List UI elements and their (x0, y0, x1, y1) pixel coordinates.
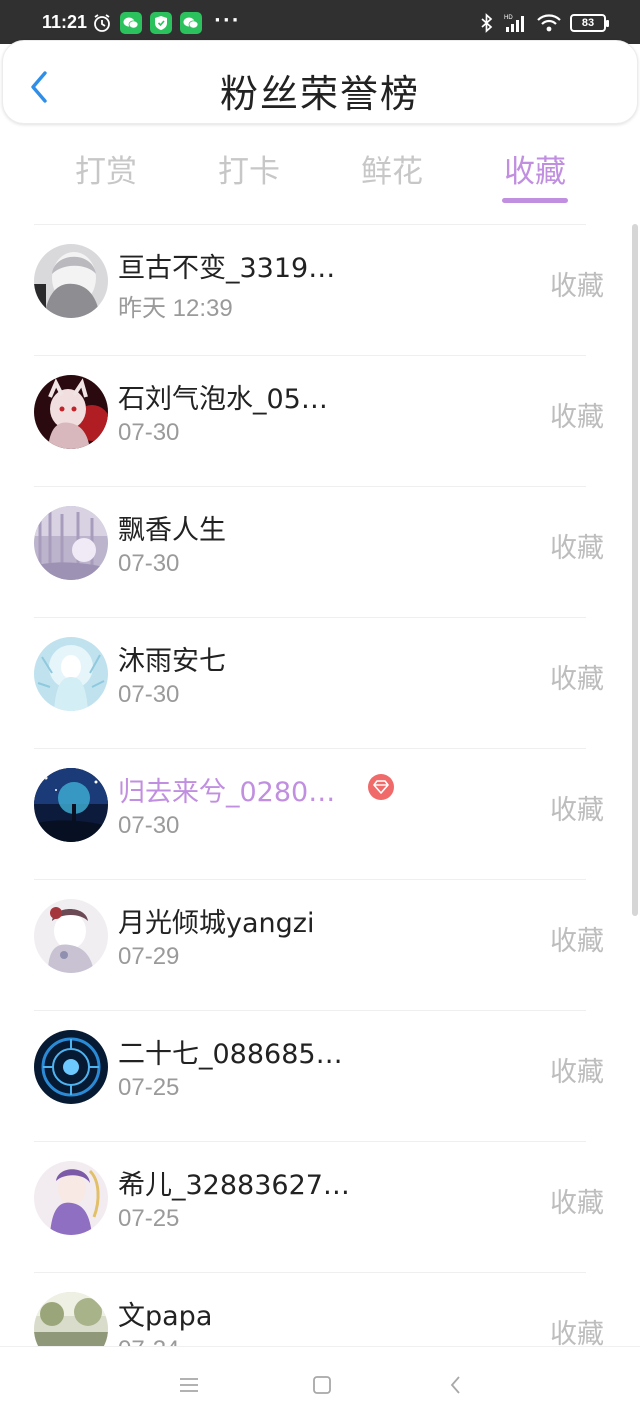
action-label: 收藏 (550, 795, 604, 826)
battery-icon: 83 (570, 14, 609, 32)
action-label: 收藏 (550, 926, 604, 957)
home-square-icon (313, 1376, 331, 1394)
fan-name: 归去来兮_0280… (118, 777, 336, 808)
divider (34, 1272, 586, 1273)
alarm-icon (94, 14, 110, 32)
list-item[interactable]: 文papa 07-24 收藏 (0, 1272, 640, 1346)
avatar[interactable] (34, 637, 108, 711)
security-shield-icon (150, 12, 172, 34)
divider (34, 879, 586, 880)
fan-name: 希儿_32883627… (118, 1170, 350, 1201)
fan-time: 07-30 (118, 681, 180, 708)
menu-button[interactable] (177, 1373, 201, 1397)
vip-diamond-badge (368, 774, 394, 800)
tab-checkin[interactable]: 打卡 (199, 146, 299, 191)
action-label: 收藏 (550, 402, 604, 433)
divider (34, 748, 586, 749)
fan-name: 沐雨安七 (118, 646, 226, 677)
action-label: 收藏 (550, 1319, 604, 1346)
action-label: 收藏 (550, 271, 604, 302)
list-item[interactable]: 二十七_088685… 07-25 收藏 (0, 1010, 640, 1141)
bluetooth-icon (481, 13, 493, 33)
fan-time: 07-24 (118, 1336, 179, 1346)
back-arrow-icon (450, 1376, 460, 1394)
fan-name: 月光倾城yangzi (118, 908, 315, 939)
signal-icon: HD (504, 15, 524, 32)
status-bar: 11:21 ··· HD 83 (0, 0, 640, 44)
fan-time: 07-25 (118, 1074, 180, 1101)
action-label: 收藏 (550, 1188, 604, 1219)
list-item[interactable]: 石刘气泡水_05… 07-30 收藏 (0, 355, 640, 486)
divider (34, 1141, 586, 1142)
system-icons: HD 83 (480, 12, 609, 34)
fan-time: 07-30 (118, 812, 180, 839)
divider (34, 1010, 586, 1011)
tab-collect[interactable]: 收藏 (485, 146, 585, 191)
system-back-button[interactable] (444, 1373, 468, 1397)
page-title: 粉丝荣誉榜 (219, 72, 420, 116)
wechat-icon (120, 12, 142, 34)
fan-time: 07-29 (118, 943, 180, 970)
fan-name: 亘古不变_3319… (118, 253, 336, 284)
menu-icon (180, 1378, 198, 1392)
action-label: 收藏 (550, 664, 604, 695)
action-label: 收藏 (550, 533, 604, 564)
list-item[interactable]: 飘香人生 07-30 收藏 (0, 486, 640, 617)
avatar[interactable] (34, 1161, 108, 1235)
wifi-icon (537, 14, 561, 32)
notification-icons: ··· (92, 9, 241, 34)
fan-name: 文papa (118, 1301, 213, 1332)
wechat-icon (180, 12, 202, 34)
list-item[interactable]: 归去来兮_0280… 07-30 收藏 (0, 748, 640, 879)
action-label: 收藏 (550, 1057, 604, 1088)
fan-time: 07-30 (118, 550, 180, 577)
avatar[interactable] (34, 375, 108, 449)
active-tab-indicator (502, 198, 568, 203)
status-time: 11:21 (42, 12, 88, 32)
scrollbar[interactable] (632, 224, 638, 916)
fan-time: 07-30 (118, 419, 180, 446)
tab-flowers[interactable]: 鲜花 (342, 146, 442, 191)
avatar[interactable] (34, 899, 108, 973)
divider (34, 486, 586, 487)
list-item[interactable]: 希儿_32883627… 07-25 收藏 (0, 1141, 640, 1272)
divider (34, 224, 586, 225)
avatar[interactable] (34, 1292, 108, 1346)
list-item[interactable]: 月光倾城yangzi 07-29 收藏 (0, 879, 640, 1010)
page-header: 粉丝荣誉榜 (2, 40, 638, 124)
avatar[interactable] (34, 506, 108, 580)
divider (34, 617, 586, 618)
fan-list: 亘古不变_3319… 昨天 12:39 收藏 石刘气泡水_05… 07-30 收… (0, 224, 640, 1346)
fan-name: 飘香人生 (118, 515, 226, 546)
avatar[interactable] (34, 1030, 108, 1104)
avatar[interactable] (34, 768, 108, 842)
system-nav-bar (0, 1346, 640, 1422)
fan-name: 二十七_088685… (118, 1039, 343, 1070)
fan-time: 昨天 12:39 (118, 295, 233, 322)
fan-time: 07-25 (118, 1205, 180, 1232)
fan-name: 石刘气泡水_05… (118, 384, 328, 415)
divider (34, 355, 586, 356)
list-item[interactable]: 沐雨安七 07-30 收藏 (0, 617, 640, 748)
avatar[interactable] (34, 244, 108, 318)
svg-text:HD: HD (504, 15, 513, 21)
more-notifications-indicator: ··· (214, 9, 241, 31)
tab-bar: 打赏 打卡 鲜花 收藏 (0, 136, 640, 208)
home-button[interactable] (310, 1373, 334, 1397)
diamond-icon (373, 780, 389, 794)
tab-reward[interactable]: 打赏 (56, 146, 156, 191)
battery-level: 83 (581, 17, 595, 29)
list-item[interactable]: 亘古不变_3319… 昨天 12:39 收藏 (0, 224, 640, 355)
